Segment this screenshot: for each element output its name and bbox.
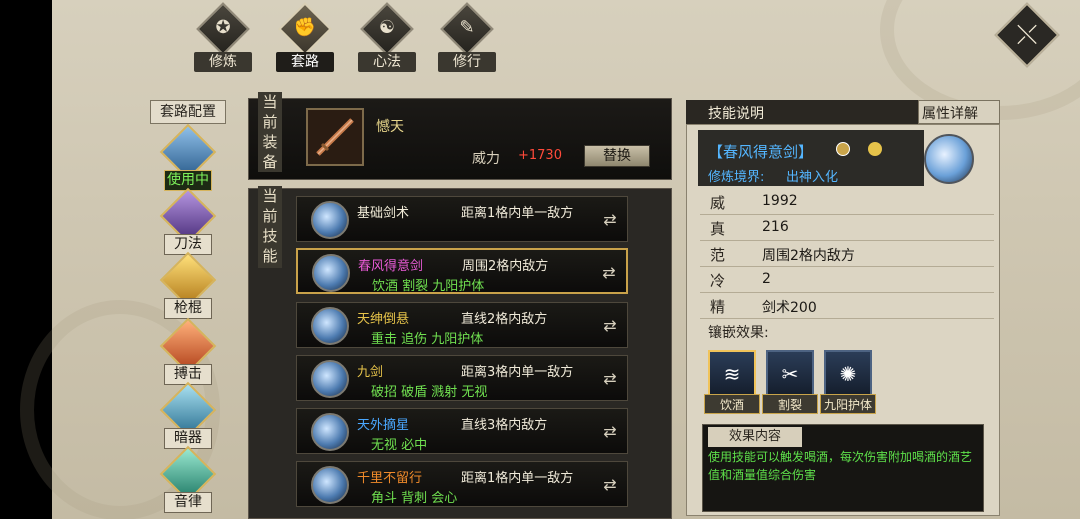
skill-orb-icon	[924, 134, 974, 184]
equipment-section-label: 当前装备	[258, 92, 282, 172]
skill-name: 天绅倒悬	[357, 312, 410, 327]
routine-config-title: 套路配置	[150, 100, 226, 124]
skill-range: 距离1格内单一敌方	[461, 471, 574, 486]
skill-name: 天外摘星	[357, 418, 410, 433]
edit-icon[interactable]	[836, 142, 850, 156]
wine-gem-icon[interactable]: ≋	[708, 350, 756, 398]
skill-range: 周围2格内敌方	[462, 259, 549, 274]
category-hidden-weapon[interactable]: 暗器	[158, 381, 218, 452]
attr-detail-button[interactable]: 属性详解	[922, 103, 978, 123]
stat-key: 精	[710, 298, 726, 316]
skill-range: 距离3格内单一敌方	[461, 365, 574, 380]
replace-button[interactable]: 替换	[584, 145, 650, 167]
tab-routine[interactable]: ✊ 套路	[270, 2, 340, 72]
tab-label: 修行	[438, 52, 496, 72]
skill-icon	[311, 307, 349, 345]
skill-row[interactable]: 天绅倒悬 直线2格内敌方 重击 追伤 九阳护体 ⇄	[296, 302, 628, 348]
skill-effects: 重击 追伤 九阳护体	[371, 332, 484, 347]
shield-gem-icon[interactable]: ✺	[824, 350, 872, 398]
category-label: 枪棍	[164, 298, 212, 319]
swap-icon[interactable]: ⇄	[599, 209, 621, 231]
category-music[interactable]: 音律	[158, 445, 218, 516]
category-saber[interactable]: 刀法	[158, 187, 218, 258]
category-in-use[interactable]: 使用中	[158, 123, 218, 194]
stat-key: 威	[710, 194, 726, 212]
close-icon[interactable]: ⤬	[1004, 14, 1050, 56]
skill-icon	[311, 413, 349, 451]
skill-effects: 无视 必中	[371, 438, 428, 453]
stat-value: 周围2格内敌方	[762, 248, 855, 264]
divider	[700, 266, 994, 267]
skill-row[interactable]: 千里不留行 距离1格内单一敌方 角斗 背刺 会心 ⇄	[296, 461, 628, 507]
skill-icon	[312, 254, 350, 292]
category-label: 音律	[164, 492, 212, 513]
skill-row[interactable]: 天外摘星 直线3格内敌方 无视 必中 ⇄	[296, 408, 628, 454]
stat-value: 2	[762, 271, 771, 287]
skill-title: 【春风得意剑】	[708, 143, 814, 161]
skill-icon	[311, 360, 349, 398]
skill-effects: 破招 破盾 溅射 无视	[371, 385, 488, 400]
skill-name: 九剑	[357, 365, 384, 380]
sword-icon	[316, 118, 354, 156]
divider	[700, 292, 994, 293]
effect-text: 使用技能可以触发喝酒，每次伤害附加喝酒的酒艺值和酒量值综合伤害	[708, 450, 973, 482]
inlay-label-tear: 割裂	[762, 394, 818, 414]
tab-practice[interactable]: ✎ 修行	[432, 2, 502, 72]
game-screen: ✪ 修炼 ✊ 套路 ☯ 心法 ✎ 修行 ⤬ 套路配置 使用中 刀法 枪棍 搏击 …	[0, 0, 1080, 519]
effect-title: 效果内容	[708, 427, 802, 447]
skill-range: 直线3格内敌方	[461, 418, 548, 433]
stat-key: 冷	[710, 272, 726, 290]
stat-value: 1992	[762, 193, 798, 209]
swap-icon[interactable]: ⇄	[599, 315, 621, 337]
tear-gem-icon[interactable]: ✂	[766, 350, 814, 398]
category-fist[interactable]: 搏击	[158, 317, 218, 388]
stat-value: 剑术200	[762, 300, 817, 316]
skill-effects: 角斗 背刺 会心	[371, 491, 458, 506]
equipment-name: 憾天	[376, 119, 404, 135]
sword-badge-icon	[868, 142, 882, 156]
skill-effects: 饮酒 割裂 九阳护体	[372, 279, 485, 294]
skill-row[interactable]: 九剑 距离3格内单一敌方 破招 破盾 溅射 无视 ⇄	[296, 355, 628, 401]
scroll-icon: ✎	[459, 17, 475, 38]
skill-range: 距离1格内单一敌方	[461, 206, 574, 221]
swap-icon[interactable]: ⇄	[599, 368, 621, 390]
skill-name: 千里不留行	[357, 471, 423, 486]
tab-label: 修炼	[194, 52, 252, 72]
swap-icon[interactable]: ⇄	[599, 474, 621, 496]
skill-range: 直线2格内敌方	[461, 312, 548, 327]
skill-name: 基础剑术	[357, 206, 410, 221]
divider	[700, 318, 994, 319]
tab-mental-method[interactable]: ☯ 心法	[352, 2, 422, 72]
divider	[700, 214, 994, 215]
skill-row[interactable]: 基础剑术 距离1格内单一敌方 ⇄	[296, 196, 628, 242]
weapon-slot[interactable]	[306, 108, 364, 166]
inlay-label-wine: 饮酒	[704, 394, 760, 414]
divider	[700, 240, 994, 241]
skill-icon	[311, 201, 349, 239]
tab-cultivation[interactable]: ✪ 修炼	[188, 2, 258, 72]
power-value: +1730	[518, 148, 562, 163]
skill-info-title: 技能说明	[708, 106, 764, 122]
tab-label: 心法	[358, 52, 416, 72]
fist-icon: ✊	[293, 17, 317, 38]
tab-label: 套路	[276, 52, 334, 72]
cultivation-value: 出神入化	[786, 170, 839, 185]
skill-row[interactable]: 春风得意剑 周围2格内敌方 饮酒 割裂 九阳护体 ⇄	[296, 248, 628, 294]
power-label: 威力	[472, 151, 500, 167]
inlay-label: 镶嵌效果:	[708, 325, 769, 341]
skills-section-label: 当前技能	[258, 186, 282, 268]
skill-icon	[311, 466, 349, 504]
cultivation-label: 修炼境界:	[708, 170, 765, 185]
inlay-label-shield: 九阳护体	[820, 394, 876, 414]
cultivation-icon: ✪	[215, 17, 231, 38]
stat-key: 范	[710, 246, 726, 264]
swap-icon[interactable]: ⇄	[598, 262, 620, 284]
category-spear[interactable]: 枪棍	[158, 251, 218, 322]
skill-name: 春风得意剑	[358, 259, 424, 274]
stat-value: 216	[762, 219, 789, 235]
swap-icon[interactable]: ⇄	[599, 421, 621, 443]
stat-key: 真	[710, 220, 726, 238]
yin-yang-icon: ☯	[378, 17, 396, 38]
